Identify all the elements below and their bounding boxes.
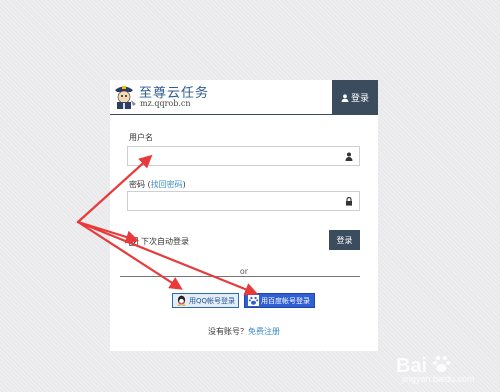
or-text: or [239,267,249,276]
login-card: 至尊云任务 mz.qqrob.cn 登录 用户名 密码 (找回密码) 下次自动登… [110,80,378,351]
username-field[interactable] [128,150,359,169]
watermark-url: jingyan.baidu.com [402,374,475,384]
remember-checkbox[interactable] [129,237,138,246]
remember-label: 下次自动登录 [141,237,189,246]
qq-penguin-icon [177,295,186,306]
password-field-wrapper [127,191,360,214]
forgot-password-link[interactable]: 找回密码 [151,180,183,189]
username-label: 用户名 [129,133,153,142]
password-label-row: 密码 (找回密码) [129,179,186,190]
password-link-close-paren: ) [182,180,186,189]
baidu-login-button[interactable]: 用百度帐号登录 [244,293,315,308]
register-link[interactable]: 免费注册 [248,327,280,336]
login-button[interactable]: 登录 [329,230,360,250]
user-icon [345,152,353,161]
username-field-wrapper [127,146,360,169]
password-field[interactable] [128,195,359,214]
or-divider [120,276,360,277]
register-prompt: 没有账号？ [208,327,248,336]
remember-me[interactable]: 下次自动登录 [129,236,189,247]
password-label: 密码 [129,180,145,189]
brand-subtitle: mz.qqrob.cn [140,99,191,108]
qq-login-button[interactable]: 用QQ帐号登录 [172,293,239,308]
baidu-paw-icon [248,295,259,306]
user-icon [341,93,349,102]
tab-login-label: 登录 [350,94,369,104]
tab-login[interactable]: 登录 [332,80,378,115]
baidu-login-label: 用百度帐号登录 [261,296,310,305]
police-mascot-icon [115,86,136,109]
qq-login-label: 用QQ帐号登录 [189,296,236,305]
login-header: 至尊云任务 mz.qqrob.cn 登录 [110,80,378,115]
lock-icon [346,197,352,206]
register-row: 没有账号？免费注册 [110,326,378,337]
